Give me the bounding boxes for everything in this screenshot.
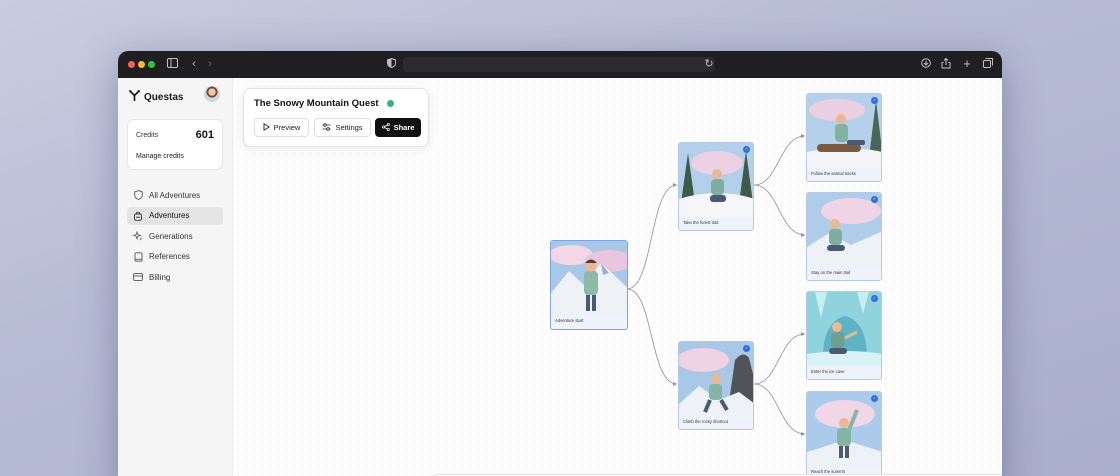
edge <box>753 135 806 186</box>
node-badge: ✓ <box>743 146 750 153</box>
node-illustration <box>807 193 881 267</box>
edge <box>626 184 678 290</box>
edge <box>753 184 806 236</box>
questas-logo-icon <box>129 88 140 106</box>
preview-button[interactable]: Preview <box>254 118 309 137</box>
node-badge: ✓ <box>871 295 878 302</box>
edge <box>626 288 678 385</box>
brand-name: Questas <box>144 91 184 103</box>
forward-icon[interactable]: › <box>204 58 216 70</box>
node-caption: Adventure start <box>555 318 584 323</box>
new-tab-icon[interactable]: + <box>961 57 973 70</box>
node-illustration <box>679 342 753 416</box>
share-nodes-icon <box>381 122 390 133</box>
status-indicator <box>387 100 394 107</box>
story-node-start[interactable]: Adventure start <box>550 240 628 330</box>
sparkles-icon <box>133 231 143 241</box>
sidebar-item-adventures[interactable]: Adventures <box>127 206 223 225</box>
node-caption: Follow the animal tracks <box>811 171 856 176</box>
node-caption: Enter the ice cave <box>811 369 845 374</box>
sidebar-icon[interactable] <box>166 58 178 70</box>
sidebar-item-label: Billing <box>149 272 171 282</box>
credits-label: Credits <box>136 132 159 139</box>
sidebar-nav: All Adventures Adventures Generations Re… <box>127 186 223 289</box>
node-illustration <box>551 241 627 315</box>
preview-button-label: Preview <box>273 123 301 132</box>
minimize-window-button[interactable] <box>138 61 145 68</box>
sliders-icon <box>322 122 331 133</box>
story-node-forest-trail[interactable]: ✓ Take the forest trail <box>678 142 754 231</box>
sidebar-item-label: References <box>149 252 190 261</box>
sidebar-item-label: Generations <box>149 231 193 241</box>
sidebar-item-label: All Adventures <box>149 190 201 200</box>
settings-button-label: Settings <box>335 123 363 132</box>
story-canvas[interactable]: The Snowy Mountain Quest Preview Setting… <box>234 78 1002 476</box>
share-button-label: Share <box>393 123 415 132</box>
story-node-main-trail[interactable]: ✓ Stay on the main trail <box>806 192 882 281</box>
node-illustration <box>679 143 753 217</box>
browser-toolbar: ‹ › ↻ + <box>118 51 1002 78</box>
story-node-summit[interactable]: ✓ Reach the summit <box>806 391 882 476</box>
edge <box>753 383 806 435</box>
node-badge: ✓ <box>743 345 750 352</box>
card-icon <box>133 272 143 282</box>
credits-card: Credits 601 Manage credits <box>127 119 223 170</box>
share-icon[interactable] <box>940 57 952 70</box>
app: Questas Credits 601 Manage credits All A… <box>118 78 1002 476</box>
node-illustration <box>807 94 881 168</box>
address-bar[interactable] <box>403 57 715 72</box>
node-caption: Stay on the main trail <box>811 270 851 275</box>
sidebar: Questas Credits 601 Manage credits All A… <box>118 78 233 476</box>
sidebar-item-references[interactable]: References <box>127 248 223 266</box>
back-icon[interactable]: ‹ <box>188 58 200 70</box>
play-icon <box>263 122 270 133</box>
settings-button[interactable]: Settings <box>314 118 371 137</box>
shield-icon <box>385 57 397 70</box>
close-window-button[interactable] <box>128 61 135 68</box>
node-caption: Take the forest trail <box>683 220 719 225</box>
node-illustration <box>807 392 881 466</box>
sidebar-item-billing[interactable]: Billing <box>127 268 223 286</box>
sidebar-item-label: Adventures <box>149 211 190 220</box>
browser-window: ‹ › ↻ + Questas Credits 601 Manage credi… <box>118 51 1002 476</box>
backpack-icon <box>133 211 143 221</box>
credits-value: 601 <box>195 129 214 141</box>
manage-credits-link[interactable]: Manage credits <box>136 153 184 160</box>
download-icon[interactable] <box>920 58 932 70</box>
node-caption: Climb the rocky shortcut <box>683 419 728 424</box>
book-icon <box>133 251 143 262</box>
story-node-rocky-shortcut[interactable]: ✓ Climb the rocky shortcut <box>678 341 754 430</box>
quest-header-card: The Snowy Mountain Quest Preview Setting… <box>243 88 429 147</box>
edge <box>753 333 806 385</box>
page-title: The Snowy Mountain Quest <box>254 98 379 109</box>
share-button[interactable]: Share <box>375 118 421 137</box>
story-node-ice-cave[interactable]: ✓ Enter the ice cave <box>806 291 882 380</box>
node-badge: ✓ <box>871 395 878 402</box>
node-badge: ✓ <box>871 97 878 104</box>
maximize-window-button[interactable] <box>148 61 155 68</box>
sidebar-item-all-adventures[interactable]: All Adventures <box>127 186 223 204</box>
node-illustration <box>807 292 881 366</box>
shield-icon <box>133 190 143 200</box>
reload-icon[interactable]: ↻ <box>703 58 715 70</box>
tabs-icon[interactable] <box>982 58 994 70</box>
story-node-animal-tracks[interactable]: ✓ Follow the animal tracks <box>806 93 882 182</box>
node-badge: ✓ <box>871 196 878 203</box>
avatar[interactable] <box>204 86 220 102</box>
sidebar-item-generations[interactable]: Generations <box>127 227 223 245</box>
brand[interactable]: Questas <box>129 88 183 106</box>
